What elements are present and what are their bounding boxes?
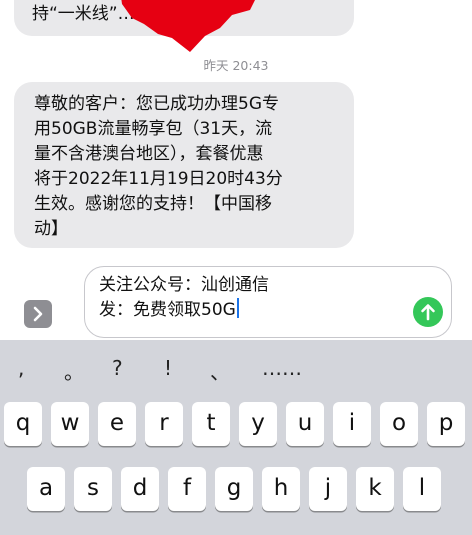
message-input-line-1: 关注公众号：汕创通信 — [99, 275, 269, 295]
keyboard: , 。 ? ! 、 …… q w e r t y u i o p a s d f… — [0, 340, 472, 535]
key-k[interactable]: k — [356, 467, 394, 511]
punct-key[interactable]: ? — [112, 356, 123, 380]
key-w[interactable]: w — [51, 402, 89, 446]
key-j[interactable]: j — [309, 467, 347, 511]
key-u[interactable]: u — [286, 402, 324, 446]
apps-button[interactable] — [24, 300, 52, 328]
key-o[interactable]: o — [380, 402, 418, 446]
chevron-right-icon — [33, 306, 43, 322]
key-g[interactable]: g — [215, 467, 253, 511]
key-e[interactable]: e — [98, 402, 136, 446]
punct-key[interactable]: …… — [262, 356, 302, 380]
key-d[interactable]: d — [121, 467, 159, 511]
key-f[interactable]: f — [168, 467, 206, 511]
message-timestamp: 昨天 20:43 — [203, 58, 269, 73]
arrow-up-icon — [421, 304, 435, 321]
key-t[interactable]: t — [192, 402, 230, 446]
message-input-line-2: 发：免费领取50G — [99, 300, 236, 320]
key-s[interactable]: s — [74, 467, 112, 511]
key-h[interactable]: h — [262, 467, 300, 511]
key-i[interactable]: i — [333, 402, 371, 446]
key-l[interactable]: l — [403, 467, 441, 511]
key-p[interactable]: p — [427, 402, 465, 446]
key-a[interactable]: a — [27, 467, 65, 511]
message-bubble: 尊敬的客户：您已成功办理5G专 用50GB流量畅享包（31天，流 量不含港澳台地… — [14, 82, 354, 248]
punct-key[interactable]: 。 — [64, 356, 84, 385]
key-y[interactable]: y — [239, 402, 277, 446]
send-button[interactable] — [413, 297, 443, 327]
punct-key[interactable]: , — [18, 356, 24, 380]
punct-key[interactable]: 、 — [210, 356, 230, 385]
text-cursor — [236, 298, 239, 318]
message-input[interactable]: 关注公众号：汕创通信 发：免费领取50G — [84, 266, 452, 338]
key-r[interactable]: r — [145, 402, 183, 446]
message-text: 尊敬的客户：您已成功办理5G专 用50GB流量畅享包（31天，流 量不含港澳台地… — [34, 94, 283, 239]
key-q[interactable]: q — [4, 402, 42, 446]
punct-key[interactable]: ! — [164, 356, 172, 380]
